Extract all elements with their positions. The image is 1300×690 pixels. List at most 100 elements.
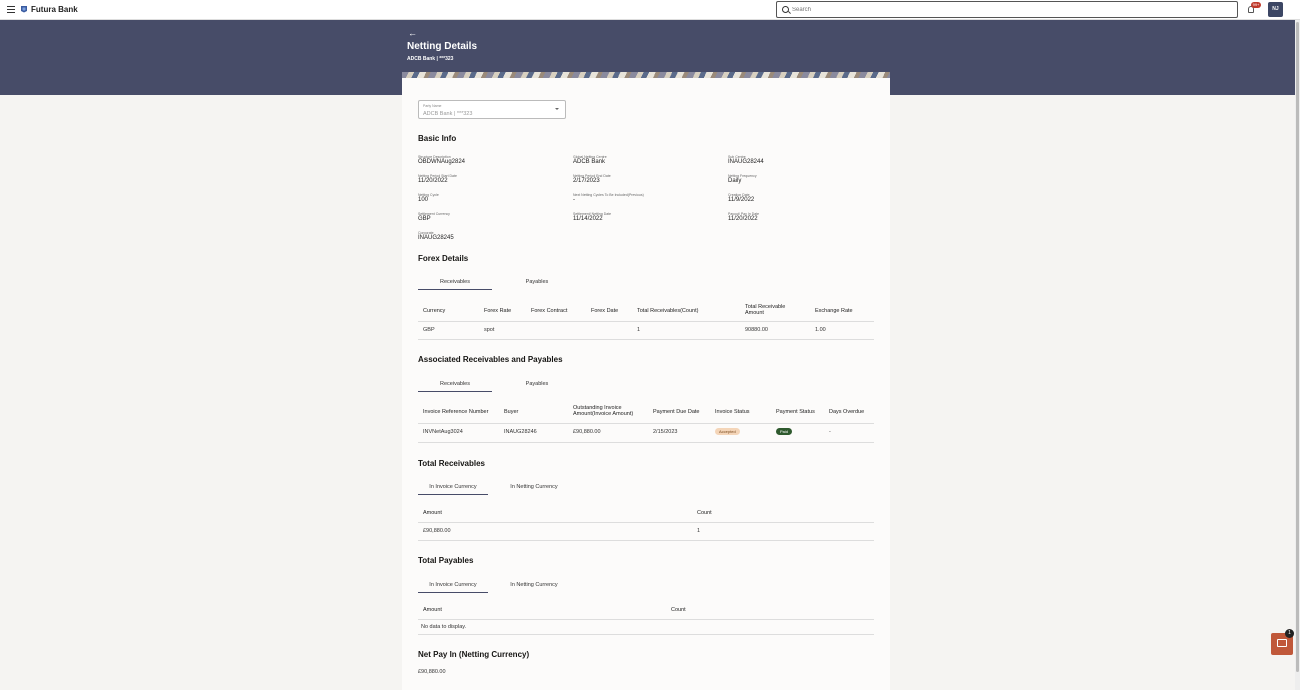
table-cell: spot xyxy=(484,327,495,333)
tab-in-invoice-currency[interactable]: In Invoice Currency xyxy=(418,579,488,593)
table-divider xyxy=(418,522,874,523)
field-value: ADCB Bank xyxy=(573,159,606,165)
column-header: Days Overdue xyxy=(829,409,865,415)
column-header: Total Receivables(Count) xyxy=(637,308,699,314)
field-value: 2/17/2023 xyxy=(573,178,600,184)
notification-badge: 99+ xyxy=(1251,2,1261,8)
column-header: Outstanding Invoice Amount(Invoice Amoun… xyxy=(573,405,634,417)
column-header: Payment Due Date xyxy=(653,409,700,415)
field-value: Daily xyxy=(728,178,742,184)
field-corporate: Corporate INAUG28245 xyxy=(418,231,454,242)
column-header: Forex Contract xyxy=(531,308,568,314)
forex-details-title: Forex Details xyxy=(418,254,469,263)
field-settlement-currency: Settlement Currency GBP xyxy=(418,212,450,223)
field-netting-frequency: Netting Frequency Daily xyxy=(728,174,757,185)
field-value: 11/14/2022 xyxy=(573,216,603,222)
field-value: INAUG28245 xyxy=(418,235,454,241)
field-value: OBDWNAug2824 xyxy=(418,159,466,165)
scrollbar-thumb[interactable] xyxy=(1296,22,1299,672)
table-divider xyxy=(418,634,874,635)
page-title: Netting Details xyxy=(407,41,478,52)
field-global-netting-centre: Global Netting Centre ADCB Bank xyxy=(573,155,607,166)
table-cell: 90880.00 xyxy=(745,327,768,333)
tab-in-netting-currency[interactable]: In Netting Currency xyxy=(498,579,570,593)
page-subtitle: ADCB Bank | ***323 xyxy=(407,56,454,62)
column-header: Count xyxy=(671,607,686,613)
column-header: Invoice Status xyxy=(715,409,750,415)
column-header: Currency xyxy=(423,308,446,314)
field-value: - xyxy=(573,197,575,203)
invoice-status-badge: Accepted xyxy=(715,428,740,435)
party-name-value: ADCB Bank | ***323 xyxy=(423,111,473,117)
table-cell: 1 xyxy=(697,528,701,534)
tab-in-netting-currency[interactable]: In Netting Currency xyxy=(498,481,570,495)
net-pay-in-value: £90,880.00 xyxy=(418,669,446,675)
field-value: INAUG28244 xyxy=(728,159,764,165)
table-divider xyxy=(418,423,874,424)
search-box[interactable] xyxy=(776,1,1238,18)
table-cell: 1 xyxy=(637,327,641,333)
field-netting-period-start: Netting Period Start Date 11/20/2022 xyxy=(418,174,457,185)
net-pay-in-title: Net Pay In (Netting Currency) xyxy=(418,650,530,659)
chevron-down-icon xyxy=(555,108,559,110)
tab-forex-payables[interactable]: Payables xyxy=(502,276,572,290)
column-header: Count xyxy=(697,510,712,516)
empty-state-text: No data to display. xyxy=(421,624,467,630)
table-divider xyxy=(418,442,874,443)
table-cell: 1.00 xyxy=(815,327,826,333)
field-payout-date: Payout/ Pay In Date 11/20/2022 xyxy=(728,212,759,223)
column-header: Buyer xyxy=(504,409,519,415)
payment-status-badge: Paid xyxy=(776,428,793,435)
table-cell: £90,880.00 xyxy=(423,528,451,534)
avatar[interactable]: NJ xyxy=(1268,2,1283,17)
field-netting-cycle: Netting Cycle 100 xyxy=(418,193,439,204)
search-icon xyxy=(782,6,789,13)
field-value: 11/9/2022 xyxy=(728,197,755,203)
column-header: Amount xyxy=(423,510,442,516)
due-date-cell: 2/15/2023 xyxy=(653,429,678,435)
column-header: Forex Rate xyxy=(484,308,512,314)
tab-forex-receivables[interactable]: Receivables xyxy=(418,276,492,290)
table-divider xyxy=(418,619,874,620)
search-input[interactable] xyxy=(792,4,1192,15)
column-header: Invoice Reference Number xyxy=(423,409,489,415)
bank-logo-icon xyxy=(21,6,27,13)
total-receivables-title: Total Receivables xyxy=(418,459,485,468)
buyer-cell: INAUG28246 xyxy=(504,429,537,435)
top-bar: Futura Bank 99+ NJ xyxy=(0,0,1300,20)
chat-badge: 1 xyxy=(1285,629,1294,638)
field-settlement-netting-date: Settlement/ Netting Date 11/14/2022 xyxy=(573,212,611,223)
field-value: 100 xyxy=(418,197,429,203)
basic-info-title: Basic Info xyxy=(418,134,457,143)
field-label: Next Netting Cycles To Be Included(Previ… xyxy=(573,193,644,197)
column-header: Total Receivable Amount xyxy=(745,304,786,316)
associated-title: Associated Receivables and Payables xyxy=(418,355,563,364)
total-receivables-tabs: In Invoice Currency In Netting Currency xyxy=(418,481,618,495)
table-divider xyxy=(418,540,874,541)
tab-associated-payables[interactable]: Payables xyxy=(502,378,572,392)
invoice-ref-cell[interactable]: INVNetAug3024 xyxy=(423,429,463,435)
associated-tabs: Receivables Payables xyxy=(418,378,618,392)
party-name-select[interactable]: Party Name ADCB Bank | ***323 xyxy=(418,100,566,119)
column-header: Amount xyxy=(423,607,442,613)
menu-icon[interactable] xyxy=(7,6,15,13)
column-header: Exchange Rate xyxy=(815,308,853,314)
column-header: Payment Status xyxy=(776,409,815,415)
party-name-label: Party Name xyxy=(423,104,442,108)
table-cell: GBP xyxy=(423,327,435,333)
field-netting-period-end: Netting Period End Date 2/17/2023 xyxy=(573,174,611,185)
total-payables-title: Total Payables xyxy=(418,556,474,565)
days-overdue-cell: - xyxy=(829,429,831,435)
table-divider xyxy=(418,339,874,340)
details-card: Party Name ADCB Bank | ***323 Basic Info… xyxy=(402,78,890,690)
amount-cell: £90,880.00 xyxy=(573,429,601,435)
tab-associated-receivables[interactable]: Receivables xyxy=(418,378,492,392)
total-payables-tabs: In Invoice Currency In Netting Currency xyxy=(418,579,618,593)
field-structure-description: Structure Description OBDWNAug2824 xyxy=(418,155,465,166)
brand-name[interactable]: Futura Bank xyxy=(31,5,78,14)
field-creation-date: Creation Date 11/9/2022 xyxy=(728,193,754,204)
back-arrow-icon[interactable]: ← xyxy=(408,28,417,38)
tab-in-invoice-currency[interactable]: In Invoice Currency xyxy=(418,481,488,495)
field-value: GBP xyxy=(418,216,431,222)
field-next-netting-cycles: Next Netting Cycles To Be Included(Previ… xyxy=(573,193,644,204)
